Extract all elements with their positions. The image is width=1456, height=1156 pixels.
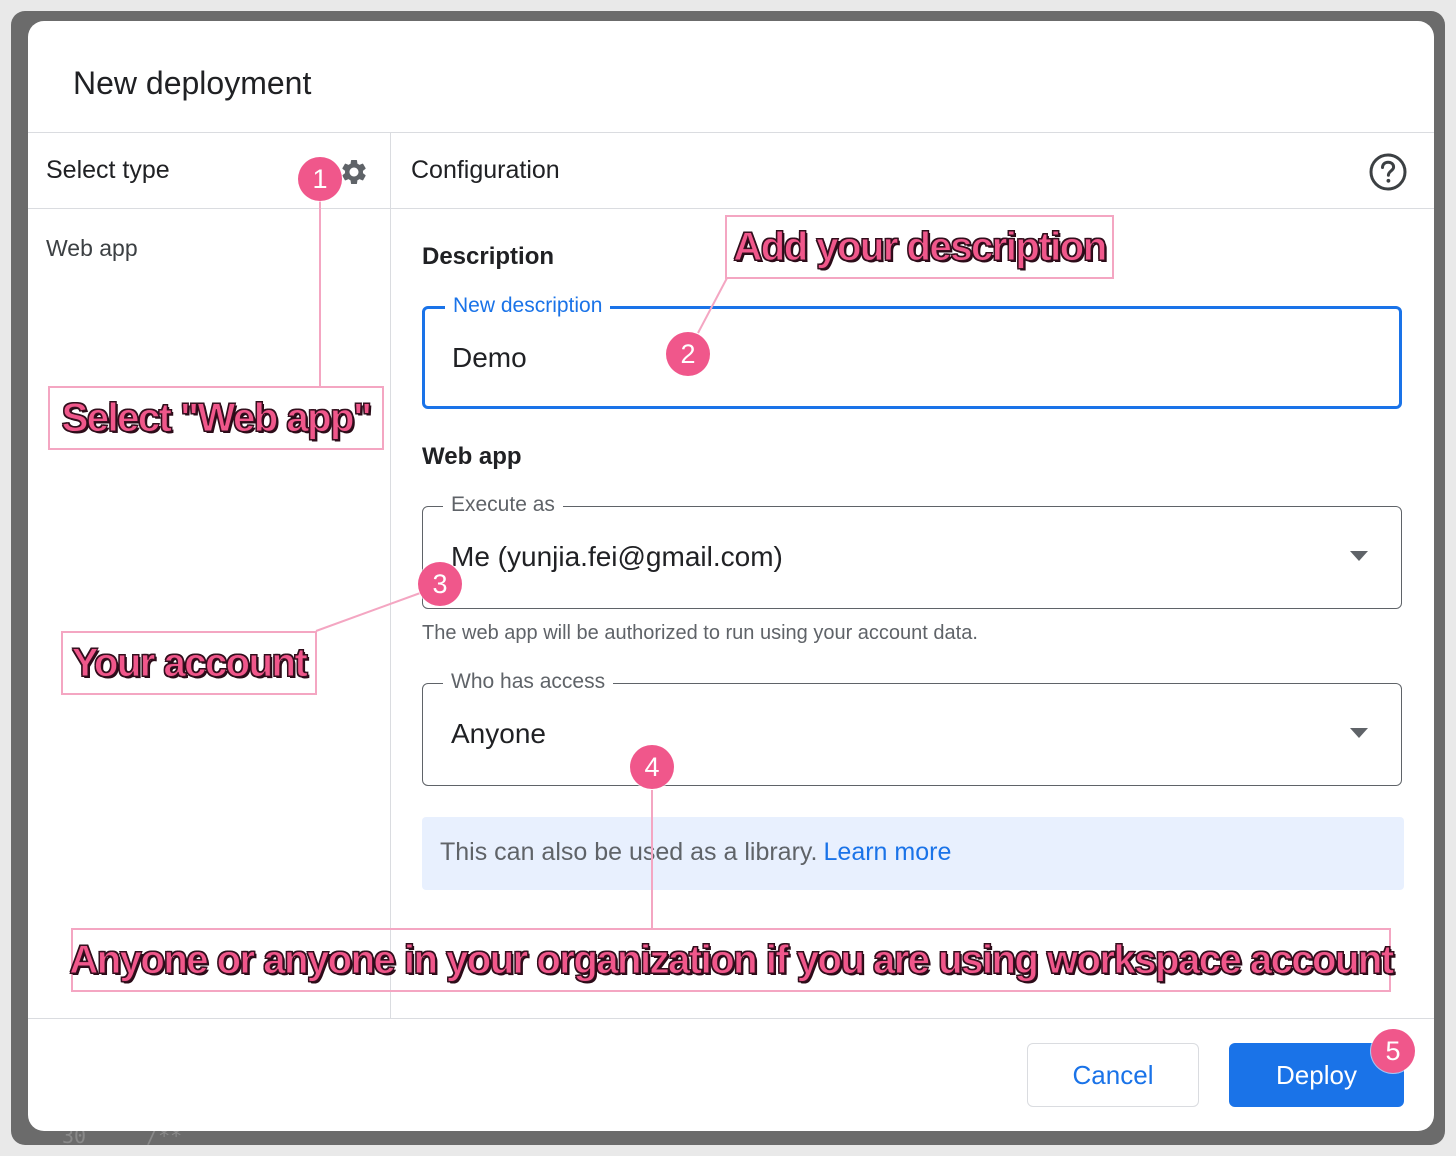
step-badge-3: 3 [418, 562, 462, 606]
callout-your-account-text: Your account [71, 640, 308, 685]
step-badge-4: 4 [630, 745, 674, 789]
step-badge-5: 5 [1371, 1029, 1415, 1073]
callout-your-account: Your account [61, 631, 317, 695]
step-badge-1: 1 [298, 157, 342, 201]
step-badge-2: 2 [666, 332, 710, 376]
callout-add-description: Add your description [725, 215, 1114, 279]
callout-select-web-app: Select "Web app" [48, 386, 384, 450]
callout-select-web-app-text: Select "Web app" [61, 395, 372, 440]
callout-anyone-text: Anyone or anyone in your organization if… [69, 937, 1395, 982]
callout-add-description-text: Add your description [733, 224, 1108, 269]
callout-anyone: Anyone or anyone in your organization if… [69, 928, 1395, 992]
